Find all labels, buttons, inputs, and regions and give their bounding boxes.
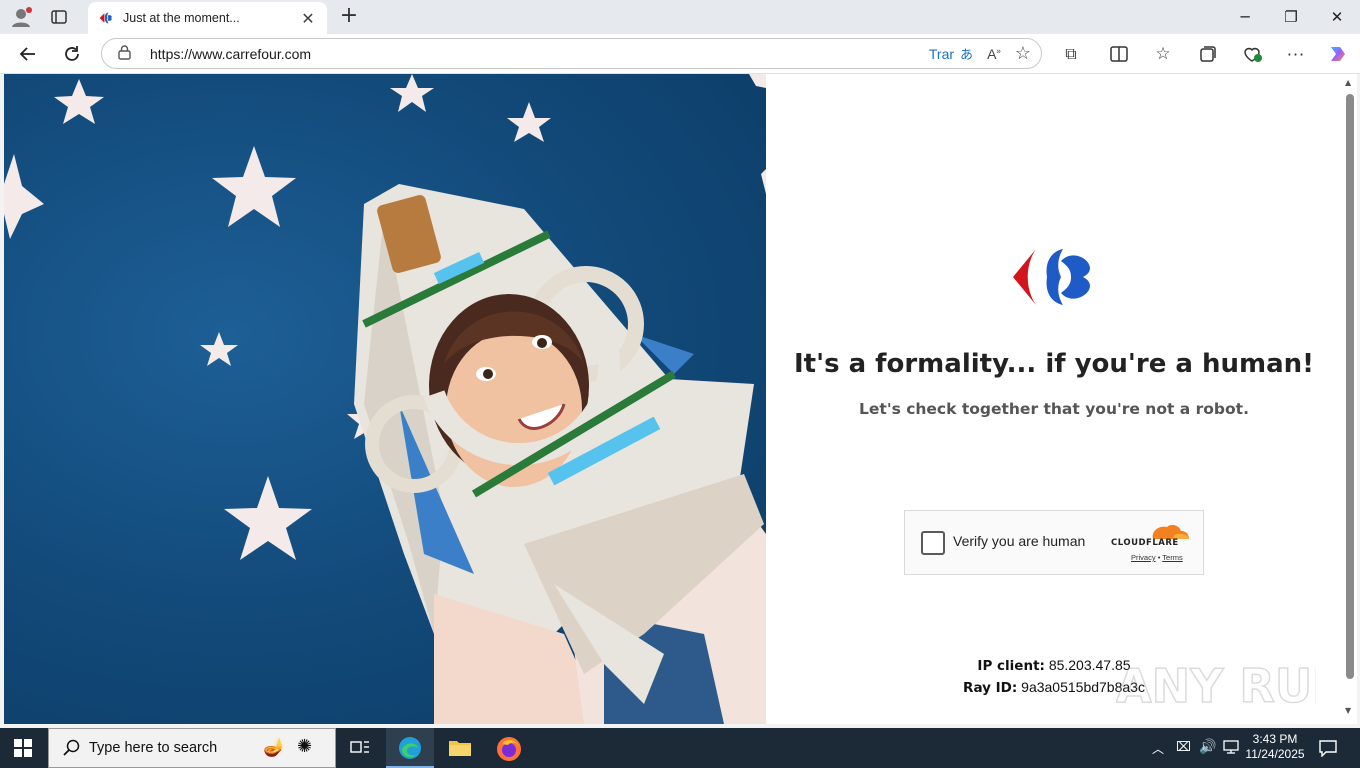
task-view-icon[interactable] <box>350 739 370 757</box>
carrefour-logo-icon <box>1013 249 1090 305</box>
minimize-button[interactable]: ─ <box>1222 0 1268 34</box>
firefox-icon[interactable] <box>496 736 522 762</box>
read-aloud-icon[interactable]: A» <box>987 46 1001 62</box>
translate-icon[interactable]: あ <box>960 44 973 63</box>
page-viewport: It's a formality... if you're a human! L… <box>4 74 1357 724</box>
scroll-thumb[interactable] <box>1346 94 1354 679</box>
refresh-button[interactable] <box>56 38 88 70</box>
more-menu-icon[interactable]: ··· <box>1280 38 1312 70</box>
address-bar[interactable]: https://www.carrefour.com Trar あ A» ☆ <box>101 38 1042 69</box>
refresh-icon <box>65 46 79 61</box>
search-decoration-icon: ✺ <box>297 736 313 756</box>
page-title: It's a formality... if you're a human! <box>794 349 1314 379</box>
challenge-panel: It's a formality... if you're a human! L… <box>766 74 1351 724</box>
tab-close-icon[interactable]: ✕ <box>299 9 317 28</box>
copilot-icon[interactable] <box>1322 38 1354 70</box>
favorites-icon[interactable]: ☆ <box>1147 38 1179 70</box>
taskbar: Type here to search 🪔 ✺ ︿ ⌧ 🔊 3:43 PM 11… <box>0 728 1360 768</box>
back-button[interactable] <box>12 38 44 70</box>
scroll-down-icon[interactable]: ▼ <box>1345 706 1351 715</box>
watermark-text: ANY RUN <box>1116 659 1316 713</box>
profile-icon[interactable] <box>10 6 32 28</box>
scroll-up-icon[interactable]: ▲ <box>1345 78 1351 87</box>
terms-link[interactable]: Terms <box>1162 553 1182 562</box>
carrefour-favicon-icon <box>99 12 112 24</box>
split-screen-icon[interactable] <box>1103 38 1135 70</box>
clock[interactable]: 3:43 PM 11/24/2025 <box>1244 732 1306 762</box>
cloudflare-brand: CLOUDFLARE <box>1111 538 1179 548</box>
astronaut-child-illustration <box>4 74 766 724</box>
ip-label: IP client: <box>977 658 1045 674</box>
taskbar-search[interactable]: Type here to search 🪔 ✺ <box>48 728 336 768</box>
back-arrow-icon <box>19 47 35 61</box>
browser-essentials-icon[interactable] <box>1236 38 1268 70</box>
verify-checkbox[interactable] <box>921 531 945 555</box>
meet-now-icon[interactable]: ⌧ <box>1176 740 1191 755</box>
vertical-scrollbar[interactable]: ▲ ▼ <box>1342 74 1357 724</box>
translate-label[interactable]: Trar <box>929 46 954 62</box>
search-placeholder[interactable]: Type here to search <box>89 740 217 756</box>
search-icon <box>63 739 80 756</box>
edge-taskbar-icon[interactable] <box>386 728 434 768</box>
extensions-icon[interactable]: ⧉ <box>1055 38 1087 70</box>
notifications-icon[interactable] <box>1318 739 1338 758</box>
tab-active[interactable]: Just at the moment... ✕ <box>88 2 327 34</box>
close-window-button[interactable]: ✕ <box>1314 0 1360 34</box>
lock-icon[interactable] <box>118 44 134 63</box>
title-bar: Just at the moment... ✕ + ─ ❐ ✕ <box>0 0 1360 34</box>
search-highlight-icon: 🪔 <box>263 737 286 757</box>
tray-overflow-icon[interactable]: ︿ <box>1152 740 1164 757</box>
clock-date: 11/24/2025 <box>1245 747 1305 761</box>
browser-toolbar: https://www.carrefour.com Trar あ A» ☆ ⧉ … <box>0 34 1360 74</box>
link-separator: • <box>1157 553 1161 562</box>
verify-label[interactable]: Verify you are human <box>953 533 1085 549</box>
url-text[interactable]: https://www.carrefour.com <box>150 46 311 62</box>
tab-title: Just at the moment... <box>123 11 240 25</box>
file-explorer-icon[interactable] <box>448 738 472 758</box>
windows-icon <box>14 739 32 757</box>
captcha-links: Privacy • Terms <box>1131 553 1183 562</box>
ray-label: Ray ID: <box>963 680 1018 696</box>
hero-image <box>4 74 766 724</box>
network-icon[interactable] <box>1222 739 1240 755</box>
favorite-star-icon[interactable]: ☆ <box>1015 43 1031 64</box>
collections-icon[interactable] <box>1192 38 1224 70</box>
anyrun-watermark: ANY RUN <box>1115 654 1351 714</box>
privacy-link[interactable]: Privacy <box>1131 553 1156 562</box>
clock-time: 3:43 PM <box>1252 732 1298 746</box>
start-button[interactable] <box>14 739 34 759</box>
tab-actions-icon[interactable] <box>50 8 68 26</box>
restore-button[interactable]: ❐ <box>1268 0 1314 34</box>
page-subtitle: Let's check together that you're not a r… <box>859 400 1249 418</box>
captcha-widget: Verify you are human CLOUDFLARE Privacy … <box>904 510 1204 575</box>
new-tab-button[interactable]: + <box>337 5 361 29</box>
volume-icon[interactable]: 🔊 <box>1199 739 1216 755</box>
